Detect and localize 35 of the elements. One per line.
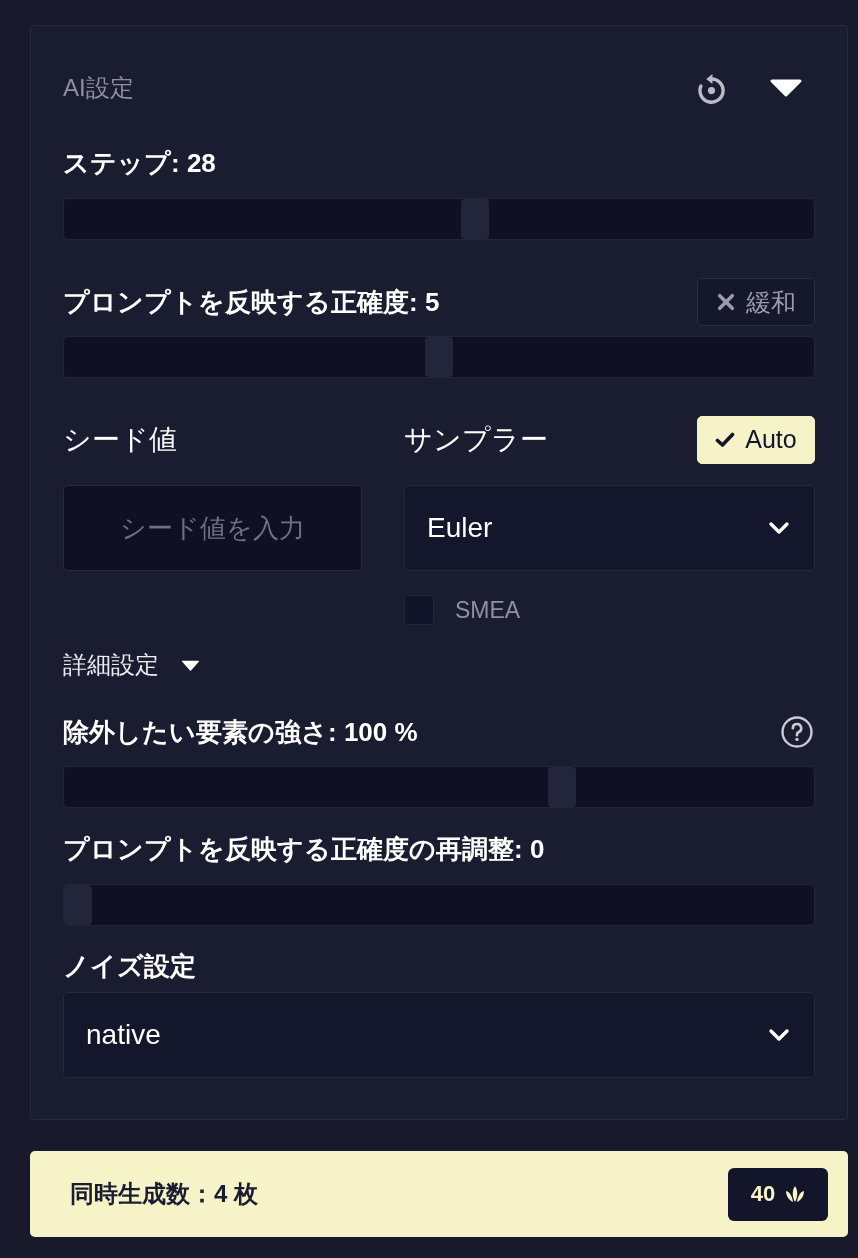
noise-dropdown[interactable]: native [63, 992, 815, 1078]
slider-track[interactable] [63, 884, 815, 926]
slider-track[interactable] [63, 766, 815, 808]
slider-thumb[interactable] [547, 767, 576, 807]
seed-input[interactable]: シード値を入力 [63, 485, 362, 571]
field-label: ノイズ設定 [63, 950, 197, 983]
check-icon [715, 430, 736, 449]
circular-arrow-icon[interactable] [698, 72, 725, 104]
caret-down-icon[interactable] [770, 79, 802, 97]
help-icon[interactable] [781, 716, 813, 748]
slider-label: ステップ: 28 [63, 147, 217, 180]
panel-title: AI設定 [63, 73, 135, 103]
sampler-dropdown[interactable]: Euler [404, 485, 815, 571]
cost-amount: 40 [750, 1181, 776, 1207]
toggle-button[interactable]: Auto [697, 415, 815, 464]
slider-label: 除外したい要素の強さ: 100 % [63, 716, 418, 749]
slider-track[interactable] [63, 198, 815, 240]
slider-thumb[interactable] [425, 337, 453, 377]
caret-down-icon [181, 659, 200, 671]
batch-count-label: 同時生成数：4 枚 [70, 1179, 258, 1209]
checkbox-label[interactable]: SMEA [455, 596, 521, 624]
field-label: シード値 [63, 422, 177, 457]
batch-count-bar[interactable]: 同時生成数：4 枚 40 [30, 1151, 848, 1237]
x-mark-icon [716, 293, 736, 311]
slider-thumb[interactable] [461, 199, 490, 239]
toggle-button[interactable]: 緩和 [697, 278, 815, 326]
slider-label: プロンプトを反映する正確度の再調整: 0 [63, 833, 546, 866]
advanced-settings-toggle[interactable]: 詳細設定 [63, 648, 200, 682]
slider-track[interactable] [63, 336, 815, 378]
slider-thumb[interactable] [64, 885, 92, 925]
chevron-down-icon [768, 1028, 790, 1042]
field-label: サンプラー [404, 422, 548, 457]
slider-label: プロンプトを反映する正確度: 5 [63, 286, 440, 319]
chevron-down-icon [768, 521, 790, 535]
petal-icon [785, 1185, 806, 1203]
